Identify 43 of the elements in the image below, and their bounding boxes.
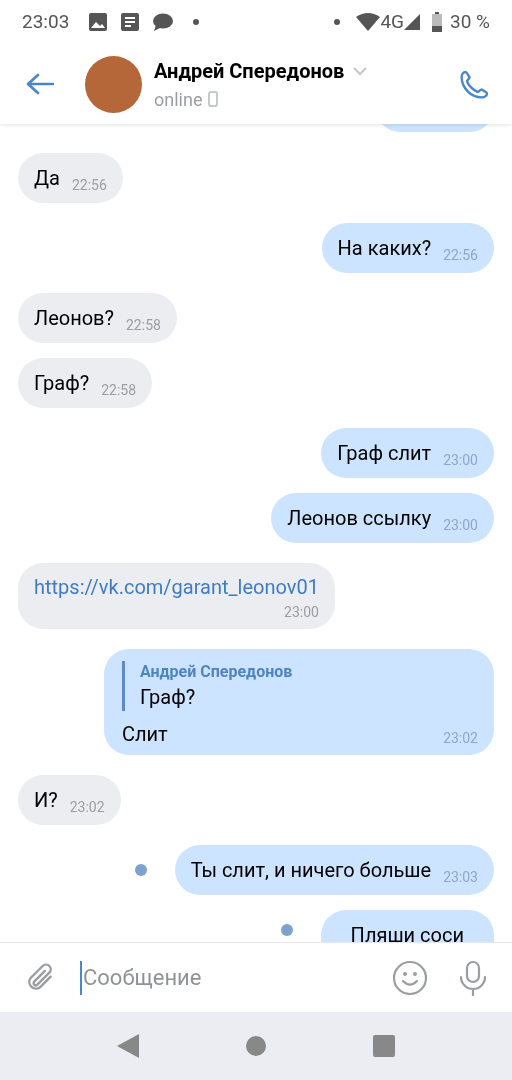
message-time: 23:00: [443, 450, 478, 470]
battery-icon: [432, 12, 442, 32]
message-text: Граф слит: [337, 440, 432, 467]
message-text: Пляши соси: [350, 923, 464, 942]
message-time: 23:02: [443, 729, 478, 748]
reply-author: Андрей Спередонов: [140, 661, 294, 683]
message-text: Да: [34, 165, 60, 192]
chat-icon: [153, 13, 174, 31]
home-nav-icon[interactable]: [245, 1035, 267, 1057]
message-link[interactable]: https://vk.com/garant_leonov01: [34, 572, 319, 602]
reply-quote[interactable]: Андрей Спередонов Граф?: [122, 661, 478, 711]
chevron-down-icon[interactable]: [352, 65, 369, 76]
message-time: 23:00: [443, 515, 478, 535]
contact-name[interactable]: Андрей Спередонов: [154, 55, 345, 86]
document-icon: [121, 13, 140, 31]
message-text: Леонов ссылку: [287, 505, 432, 532]
message-text: Ты слит, и ничего больше: [190, 857, 432, 884]
message-time: 23:02: [69, 797, 105, 817]
microphone-icon[interactable]: [458, 959, 488, 996]
battery-level: 30 %: [450, 8, 490, 35]
avatar[interactable]: [85, 55, 142, 113]
message-time: 22:58: [126, 315, 161, 335]
message-text: Граф?: [34, 370, 90, 397]
online-status: online: [154, 87, 203, 112]
phone-icon: [208, 91, 219, 107]
message-text: Слит: [122, 721, 168, 748]
reply-text: Граф?: [140, 684, 197, 711]
image-icon: [89, 13, 108, 31]
network-label: 4G: [380, 8, 404, 35]
wifi-icon: [356, 13, 381, 31]
message-time: 22:56: [71, 175, 107, 195]
message-time: 23:03: [443, 867, 478, 887]
message-time: 23:00: [284, 603, 319, 622]
message-text: Леонов?: [34, 305, 114, 332]
message-text: На каких?: [337, 235, 432, 262]
message-text: И?: [34, 787, 58, 814]
message-input[interactable]: Сообщение: [80, 960, 384, 995]
message-time: 22:56: [443, 245, 478, 265]
back-nav-icon[interactable]: [117, 1034, 139, 1058]
signal-icon: [404, 14, 420, 30]
status-time: 23:03: [22, 8, 70, 35]
message-time: 22:58: [101, 380, 137, 400]
emoji-icon[interactable]: [392, 959, 428, 996]
